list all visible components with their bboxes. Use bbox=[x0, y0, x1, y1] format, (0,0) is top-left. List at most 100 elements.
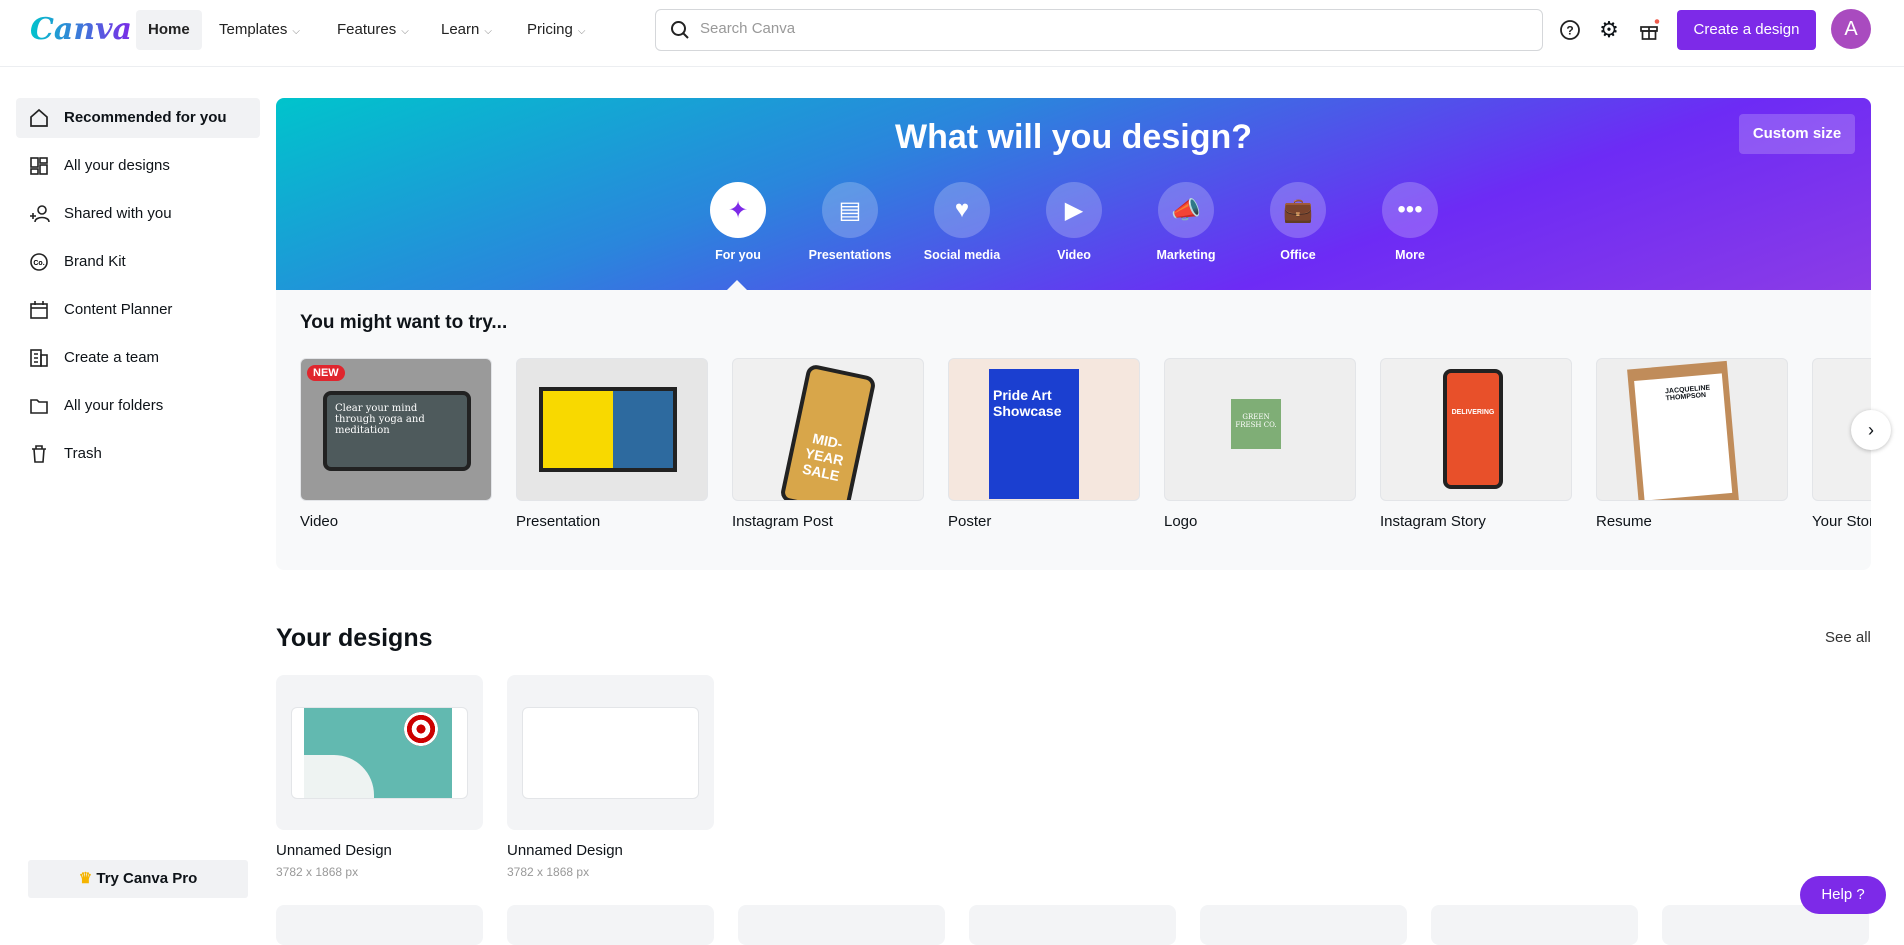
chevron-right-icon: › bbox=[1868, 420, 1874, 440]
template-thumbnail bbox=[516, 358, 708, 501]
sidebar-item-content-planner[interactable]: Content Planner bbox=[16, 290, 260, 330]
category-for-you[interactable]: ✦ For you bbox=[693, 182, 783, 262]
category-more[interactable]: ••• More bbox=[1365, 182, 1455, 262]
help-button[interactable]: Help ? bbox=[1800, 876, 1886, 914]
template-thumbnail: MID-YEAR SALE bbox=[732, 358, 924, 501]
more-icon: ••• bbox=[1382, 182, 1438, 238]
sidebar-item-all-designs[interactable]: All your designs bbox=[16, 146, 260, 186]
story-preview: DELIVERING bbox=[1443, 369, 1503, 489]
template-instagram-story[interactable]: DELIVERING Instagram Story bbox=[1380, 358, 1572, 530]
laptop-preview bbox=[539, 387, 677, 472]
poster-preview: Pride Art Showcase bbox=[989, 369, 1079, 499]
template-thumbnail: GREEN FRESH CO. bbox=[1164, 358, 1356, 501]
calendar-icon bbox=[30, 301, 48, 319]
design-card[interactable]: Unnamed Design 3782 x 1868 px bbox=[507, 675, 714, 879]
nav-label: Features bbox=[337, 21, 397, 38]
pro-label: Try Canva Pro bbox=[96, 870, 198, 887]
template-poster[interactable]: Pride Art Showcase Poster bbox=[948, 358, 1140, 530]
see-all-link[interactable]: See all bbox=[1825, 629, 1871, 646]
search-icon bbox=[671, 21, 689, 39]
sidebar-item-recommended[interactable]: Recommended for you bbox=[16, 98, 260, 138]
heart-icon: ♥ bbox=[934, 182, 990, 238]
sidebar-item-label: All your designs bbox=[64, 157, 170, 174]
hero-title: What will you design? bbox=[895, 118, 1252, 156]
template-resume[interactable]: JACQUELINE THOMPSON Resume bbox=[1596, 358, 1788, 530]
category-video[interactable]: ▶ Video bbox=[1029, 182, 1119, 262]
design-card-placeholder bbox=[1431, 905, 1638, 945]
category-label: Office bbox=[1280, 248, 1316, 262]
nav-label: Learn bbox=[441, 21, 480, 38]
chevron-down-icon: ⌵ bbox=[401, 26, 409, 37]
template-video[interactable]: Clear your mind through yoga and meditat… bbox=[300, 358, 492, 530]
chevron-down-icon: ⌵ bbox=[484, 26, 492, 37]
chevron-down-icon: ⌵ bbox=[577, 26, 586, 37]
nav-pricing[interactable]: Pricing ⌵ bbox=[515, 10, 597, 50]
sidebar-item-shared[interactable]: Shared with you bbox=[16, 194, 260, 234]
chevron-down-icon: ⌵ bbox=[292, 26, 300, 37]
home-icon bbox=[30, 108, 48, 127]
design-thumbnail bbox=[507, 675, 714, 830]
sidebar-item-trash[interactable]: Trash bbox=[16, 434, 260, 474]
design-card[interactable]: Unnamed Design 3782 x 1868 px bbox=[276, 675, 483, 879]
design-card-placeholder bbox=[507, 905, 714, 945]
nav-templates[interactable]: Templates ⌵ bbox=[207, 10, 312, 50]
try-canva-pro-button[interactable]: ♛ Try Canva Pro bbox=[28, 860, 248, 898]
custom-size-button[interactable]: Custom size bbox=[1739, 114, 1855, 154]
try-section: You might want to try... Clear your mind… bbox=[276, 290, 1871, 570]
resume-name: JACQUELINE THOMPSON bbox=[1634, 373, 1733, 500]
logo-preview: GREEN FRESH CO. bbox=[1231, 399, 1281, 449]
sparkle-icon: ✦ bbox=[710, 182, 766, 238]
category-office[interactable]: 💼 Office bbox=[1253, 182, 1343, 262]
template-logo[interactable]: GREEN FRESH CO. Logo bbox=[1164, 358, 1356, 530]
svg-text:Co.: Co. bbox=[33, 260, 44, 267]
gift-icon[interactable] bbox=[1637, 18, 1661, 42]
template-presentation[interactable]: Presentation bbox=[516, 358, 708, 530]
category-label: Marketing bbox=[1156, 248, 1216, 262]
sidebar-item-label: Create a team bbox=[64, 349, 160, 366]
sidebar-item-label: Content Planner bbox=[64, 301, 173, 318]
clipboard-preview: JACQUELINE THOMPSON bbox=[1627, 360, 1739, 500]
search-box[interactable] bbox=[655, 9, 1543, 51]
template-instagram-post[interactable]: MID-YEAR SALE Instagram Post bbox=[732, 358, 924, 530]
sidebar-item-brand-kit[interactable]: Co. Brand Kit bbox=[16, 242, 260, 282]
hero-banner: What will you design? Custom size ✦ For y… bbox=[276, 98, 1871, 290]
category-social-media[interactable]: ♥ Social media bbox=[917, 182, 1007, 262]
template-thumbnail: Pride Art Showcase bbox=[948, 358, 1140, 501]
template-label: Your Story bbox=[1812, 513, 1871, 530]
canva-logo[interactable]: Canva bbox=[30, 12, 132, 47]
nav-learn[interactable]: Learn ⌵ bbox=[429, 10, 504, 50]
video-icon: ▶ bbox=[1046, 182, 1102, 238]
category-label: For you bbox=[715, 248, 761, 262]
brand-kit-icon: Co. bbox=[30, 253, 48, 271]
sidebar-item-folders[interactable]: All your folders bbox=[16, 386, 260, 426]
search-input[interactable] bbox=[700, 20, 1500, 37]
design-name: Unnamed Design bbox=[507, 842, 623, 859]
svg-text:?: ? bbox=[1566, 24, 1573, 38]
sidebar-item-label: Recommended for you bbox=[64, 109, 227, 126]
users-icon bbox=[30, 205, 50, 223]
presentation-icon: ▤ bbox=[822, 182, 878, 238]
selected-pointer bbox=[727, 280, 747, 290]
template-label: Poster bbox=[948, 513, 992, 530]
template-thumbnail: JACQUELINE THOMPSON bbox=[1596, 358, 1788, 501]
design-size: 3782 x 1868 px bbox=[507, 865, 590, 879]
gear-icon[interactable]: ⚙ bbox=[1597, 17, 1621, 42]
video-preview: Clear your mind through yoga and meditat… bbox=[323, 391, 471, 471]
avatar[interactable]: A bbox=[1831, 9, 1871, 49]
category-presentations[interactable]: ▤ Presentations bbox=[805, 182, 895, 262]
design-name: Unnamed Design bbox=[276, 842, 392, 859]
create-design-button[interactable]: Create a design bbox=[1677, 10, 1816, 50]
new-badge: NEW bbox=[307, 365, 345, 381]
category-marketing[interactable]: 📣 Marketing bbox=[1141, 182, 1231, 262]
trash-icon bbox=[32, 445, 46, 463]
category-label: Presentations bbox=[808, 248, 892, 262]
nav-features[interactable]: Features ⌵ bbox=[325, 10, 421, 50]
nav-home[interactable]: Home bbox=[136, 10, 202, 50]
carousel-next-button[interactable]: › bbox=[1851, 410, 1891, 450]
sidebar-item-create-team[interactable]: Create a team bbox=[16, 338, 260, 378]
help-circle-icon[interactable]: ? bbox=[1558, 18, 1582, 42]
design-preview bbox=[291, 707, 468, 799]
nav-label: Templates bbox=[219, 21, 288, 38]
template-label: Video bbox=[300, 513, 339, 530]
design-card-placeholder bbox=[1200, 905, 1407, 945]
